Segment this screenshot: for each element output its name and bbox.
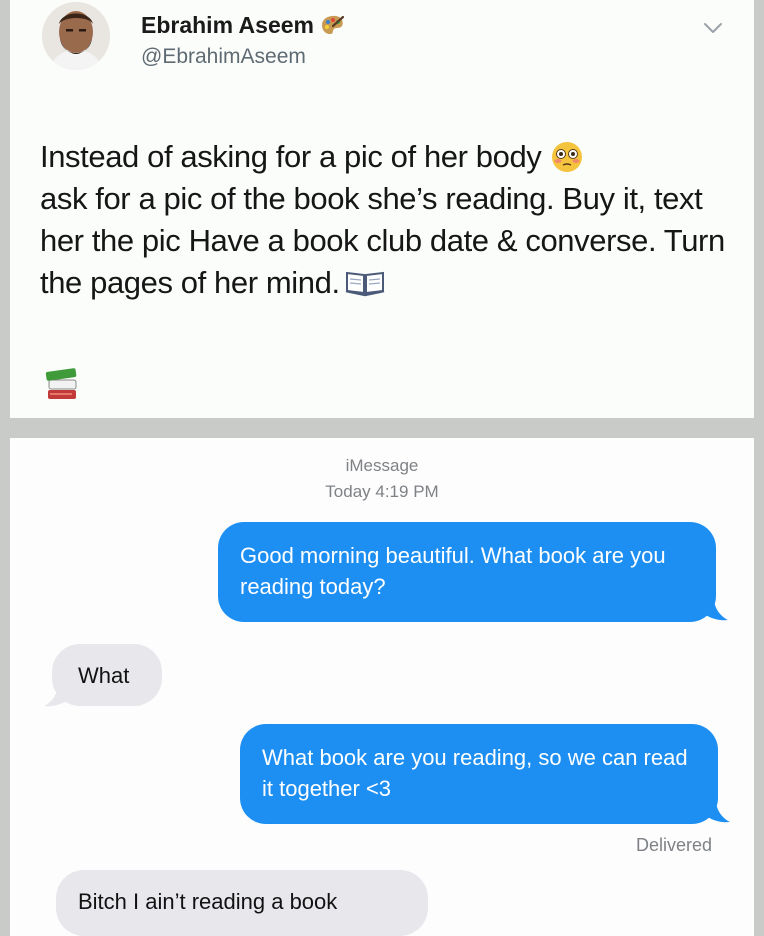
open-book-emoji-icon bbox=[344, 266, 386, 297]
bubble-tail bbox=[706, 800, 730, 823]
imessage-thread: iMessage Today 4:19 PM Good morning beau… bbox=[10, 438, 754, 936]
outgoing-message-bubble[interactable]: What book are you reading, so we can rea… bbox=[240, 724, 718, 824]
books-emoji-icon bbox=[44, 364, 80, 402]
bubble-tail bbox=[44, 684, 68, 707]
delivered-status: Delivered bbox=[635, 835, 712, 855]
bubble-tail bbox=[704, 598, 728, 621]
service-label: iMessage bbox=[345, 456, 419, 475]
message-text: Good morning beautiful. What book are yo… bbox=[240, 543, 666, 599]
outgoing-message-bubble[interactable]: Good morning beautiful. What book are yo… bbox=[218, 522, 716, 622]
message-text: What bbox=[78, 663, 130, 688]
flushed-face-emoji-icon bbox=[547, 140, 587, 174]
message-text: Bitch I ain’t reading a book bbox=[78, 889, 338, 914]
artist-palette-emoji-icon bbox=[319, 14, 345, 36]
incoming-message-bubble[interactable]: What bbox=[52, 644, 162, 706]
tweet-card: Ebrahim Aseem @EbrahimAseem Instead of a… bbox=[10, 0, 754, 418]
avatar[interactable] bbox=[42, 2, 110, 70]
message-timestamp: Today 4:19 PM bbox=[325, 482, 439, 501]
author-handle[interactable]: @EbrahimAseem bbox=[141, 45, 306, 69]
chevron-down-icon[interactable] bbox=[700, 18, 726, 38]
message-text: What book are you reading, so we can rea… bbox=[262, 745, 688, 801]
tweet-text: Instead of asking for a pic of her body … bbox=[40, 136, 740, 304]
tweet-text-part1: Instead of asking for a pic of her body bbox=[40, 139, 542, 174]
author-name-text: Ebrahim Aseem bbox=[141, 12, 314, 38]
incoming-message-bubble[interactable]: Bitch I ain’t reading a book bbox=[56, 870, 428, 936]
author-name[interactable]: Ebrahim Aseem bbox=[141, 12, 345, 39]
